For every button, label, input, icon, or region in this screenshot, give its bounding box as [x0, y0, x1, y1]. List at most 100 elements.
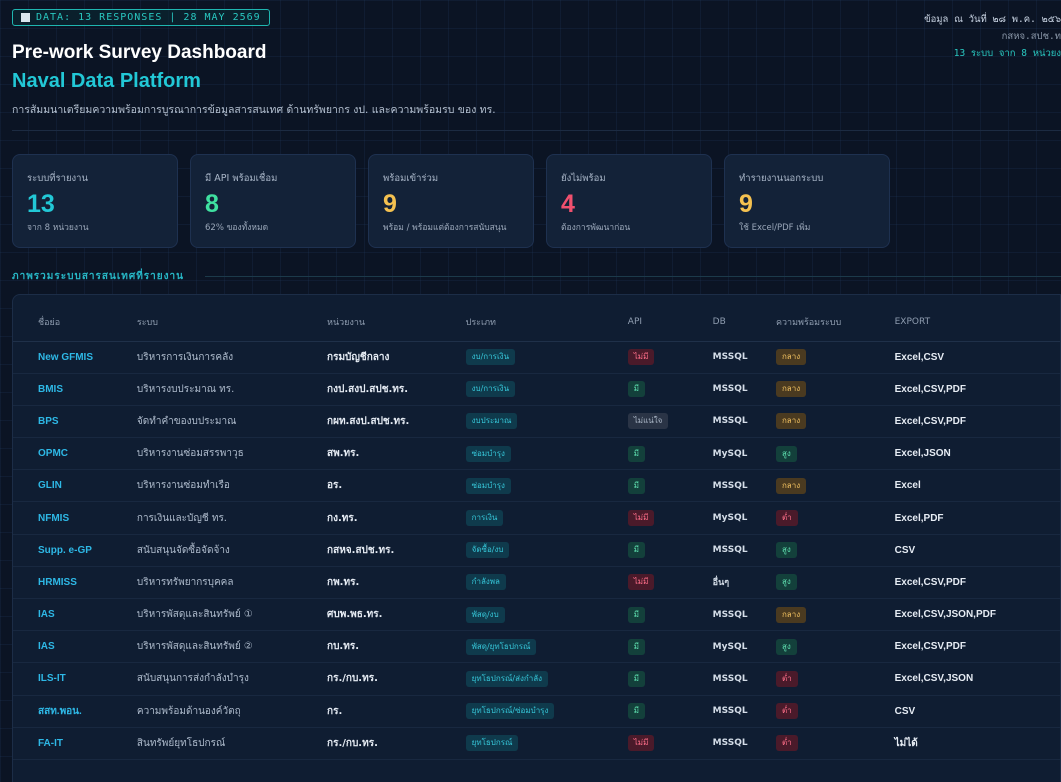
api-status-badge: ไม่มี	[627, 510, 655, 527]
api-status-badge: ไม่มี	[627, 735, 655, 752]
table-row[interactable]: ILS-IT สนับสนุนการส่งกำลังบำรุง กร./กบ.ทร.…	[13, 662, 1060, 696]
col-header-readiness[interactable]: ความพร้อมระบบ	[775, 313, 895, 342]
stat-label: พร้อมเข้าร่วม	[383, 173, 439, 184]
api-status-badge: มี	[627, 638, 646, 655]
cell-api: มี	[627, 662, 713, 696]
col-header-type[interactable]: ประเภท	[465, 313, 628, 342]
readiness-badge: กลาง	[775, 606, 807, 623]
api-status-badge: ไม่แน่ใจ	[627, 413, 669, 430]
cell-system: บริหารการเงินการคลัง	[136, 341, 328, 374]
readiness-badge: ต่ำ	[775, 703, 798, 720]
stat-card: ยังไม่พร้อม 4 ต้องการพัฒนาก่อน	[546, 154, 712, 248]
stat-cards: ระบบที่รายงาน 13 จาก 8 หน่วยงาน มี API พร้อ…	[12, 154, 890, 248]
table-row[interactable]: Supp. e-GP สนับสนุนจัดซื้อจัดจ้าง กสหจ.สปช…	[13, 534, 1060, 567]
cell-readiness: สูง	[775, 630, 895, 664]
readiness-badge: สูง	[775, 542, 797, 559]
cell-type: พัสดุ/ยุทโธปกรณ์	[465, 630, 628, 664]
cell-short-name: ILS-IT	[13, 662, 137, 696]
cell-unit: กร./กบ.ทร.	[327, 662, 466, 696]
table-row[interactable]: IAS บริหารพัสดุและสินทรัพย์ ① ศบพ.พธ.ทร. พั…	[13, 598, 1060, 632]
table-row[interactable]: New GFMIS บริหารการเงินการคลัง กรมบัญชีกลา…	[13, 341, 1060, 374]
cell-readiness: สูง	[775, 437, 895, 471]
col-header-short[interactable]: ชื่อย่อ	[13, 313, 137, 342]
col-header-unit[interactable]: หน่วยงาน	[327, 313, 466, 342]
type-tag: ซ่อมบำรุง	[465, 477, 511, 494]
stat-sub: พร้อม / พร้อมแต่ต้องการสนับสนุน	[383, 223, 507, 233]
cell-short-name: New GFMIS	[13, 341, 137, 374]
readiness-badge: ต่ำ	[775, 735, 798, 752]
cell-short-name: BPS	[13, 405, 137, 439]
cell-type: ยุทโธปกรณ์	[465, 727, 628, 760]
table-row[interactable]: BMIS บริหารงบประมาณ ทร. กงป.สงป.สปช.ทร. งบ/…	[13, 373, 1060, 406]
cell-unit: กง.ทร.	[327, 501, 466, 535]
systems-table: ชื่อย่อ ระบบ หน่วยงาน ประเภท API DB ความพร้อมร…	[13, 313, 1060, 760]
cell-readiness: สูง	[775, 534, 895, 567]
stat-sub: ต้องการพัฒนาก่อน	[561, 223, 631, 233]
cell-api: ไม่แน่ใจ	[627, 405, 713, 439]
cell-short-name: GLIN	[13, 469, 137, 503]
cell-db: MSSQL	[712, 405, 776, 439]
cell-db: MSSQL	[712, 727, 776, 760]
cell-export: Excel,CSV,JSON,PDF	[894, 598, 1060, 632]
stat-sub: 62% ของทั้งหมด	[205, 223, 269, 233]
col-header-api[interactable]: API	[627, 313, 713, 342]
col-header-export[interactable]: EXPORT	[894, 313, 1060, 342]
readiness-badge: กลาง	[775, 349, 807, 366]
cell-export: Excel,CSV,PDF	[894, 405, 1060, 439]
cell-export: Excel,CSV,PDF	[894, 630, 1060, 664]
cell-system: ความพร้อมด้านองค์วัตถุ	[136, 695, 328, 728]
table-row[interactable]: IAS บริหารพัสดุและสินทรัพย์ ② กบ.ทร. พัสดุ/…	[13, 630, 1060, 664]
cell-system: จัดทำคำของบประมาณ	[136, 405, 328, 439]
table-row[interactable]: HRMISS บริหารทรัพยากรบุคคล กพ.ทร. กำลังพล ไม…	[13, 566, 1060, 600]
cell-readiness: กลาง	[775, 341, 895, 374]
cell-short-name: BMIS	[13, 373, 137, 406]
table-row[interactable]: BPS จัดทำคำของบประมาณ กผท.สงป.สปช.ทร. งบประ…	[13, 405, 1060, 439]
cell-api: ไม่มี	[627, 501, 713, 535]
cell-db: MSSQL	[712, 695, 776, 728]
col-header-db[interactable]: DB	[712, 313, 776, 342]
table-row[interactable]: NFMIS การเงินและบัญชี ทร. กง.ทร. การเงิน ไม่…	[13, 501, 1060, 535]
api-status-badge: มี	[627, 542, 646, 559]
api-status-badge: มี	[627, 477, 646, 494]
stat-card: ทำรายงานนอกระบบ 9 ใช้ Excel/PDF เพิ่ม	[724, 154, 890, 248]
cell-unit: ศบพ.พธ.ทร.	[327, 598, 466, 632]
cell-system: บริหารพัสดุและสินทรัพย์ ①	[136, 598, 328, 632]
chart-icon	[21, 13, 30, 22]
api-status-badge: มี	[627, 703, 646, 720]
type-tag: กำลังพล	[465, 574, 506, 591]
type-tag: งบ/การเงิน	[465, 381, 516, 398]
table-row[interactable]: สสท.พอน. ความพร้อมด้านองค์วัตถุ กร. ยุทโธปก…	[13, 695, 1060, 728]
stat-label: ยังไม่พร้อม	[561, 173, 606, 184]
cell-system: บริหารงานซ่อมทำเรือ	[136, 469, 328, 503]
table-row[interactable]: GLIN บริหารงานซ่อมทำเรือ อร. ซ่อมบำรุง มี MSS…	[13, 469, 1060, 503]
table-row[interactable]: OPMC บริหารงานซ่อมสรรพาวุธ สพ.ทร. ซ่อมบำรุง…	[13, 437, 1060, 471]
col-header-system[interactable]: ระบบ	[136, 313, 328, 342]
api-status-badge: มี	[627, 381, 646, 398]
type-tag: ยุทโธปกรณ์/ซ่อมบำรุง	[465, 703, 555, 720]
api-status-badge: ไม่มี	[627, 574, 655, 591]
cell-export: Excel,CSV,JSON	[894, 662, 1060, 696]
cell-db: MSSQL	[712, 373, 776, 406]
cell-short-name: NFMIS	[13, 501, 137, 535]
cell-unit: อร.	[327, 469, 466, 503]
table-row[interactable]: FA-IT สินทรัพย์ยุทโธปกรณ์ กร./กบ.ทร. ยุทโธป…	[13, 727, 1060, 760]
cell-unit: กร.	[327, 695, 466, 728]
cell-export: Excel,CSV,PDF	[894, 566, 1060, 600]
cell-type: งบประมาณ	[465, 405, 628, 439]
type-tag: งบ/การเงิน	[465, 349, 516, 366]
cell-export: Excel,PDF	[894, 501, 1060, 535]
cell-unit: กรมบัญชีกลาง	[327, 341, 466, 374]
api-status-badge: มี	[627, 670, 646, 687]
data-owner: กสหจ.สปช.ท	[1001, 31, 1061, 42]
cell-system: บริหารงบประมาณ ทร.	[136, 373, 328, 406]
type-tag: ซ่อมบำรุง	[465, 445, 511, 462]
cell-type: การเงิน	[465, 501, 628, 535]
cell-db: อื่นๆ	[712, 566, 776, 600]
cell-short-name: สสท.พอน.	[13, 695, 137, 728]
stat-card: ระบบที่รายงาน 13 จาก 8 หน่วยงาน	[12, 154, 178, 248]
data-date: ข้อมูล ณ วันที่ ๒๘ พ.ค. ๒๕๖	[924, 14, 1061, 25]
cell-unit: กผท.สงป.สปช.ทร.	[327, 405, 466, 439]
cell-unit: กร./กบ.ทร.	[327, 727, 466, 760]
type-tag: พัสดุ/ยุทโธปกรณ์	[465, 638, 537, 655]
cell-short-name: Supp. e-GP	[13, 534, 137, 567]
